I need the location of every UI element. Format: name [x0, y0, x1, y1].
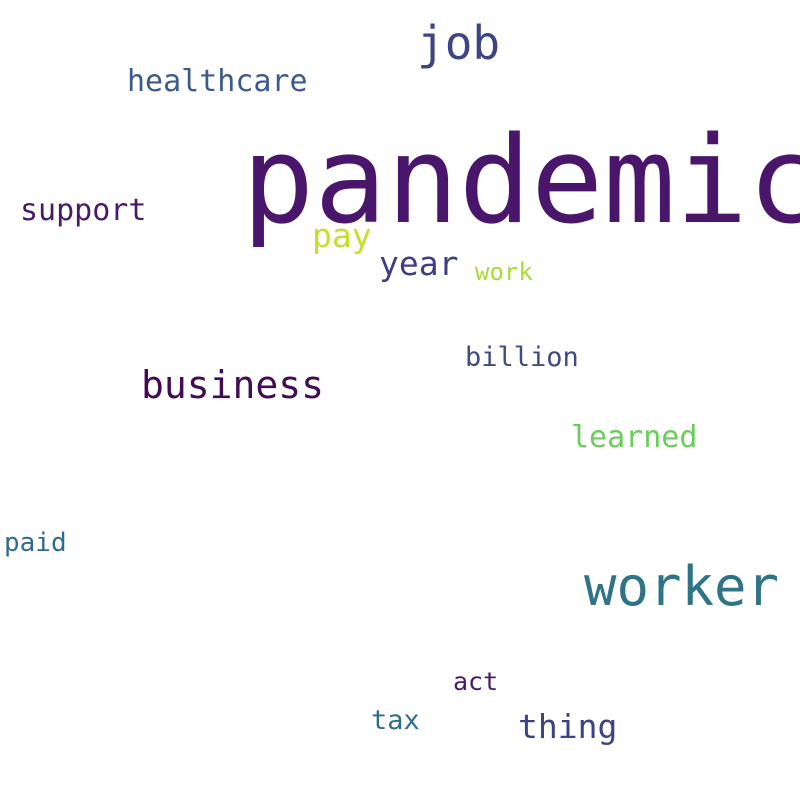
- word-healthcare: healthcare: [127, 64, 308, 99]
- word-support: support: [20, 193, 147, 228]
- word-pay: pay: [312, 216, 372, 255]
- word-year: year: [379, 244, 459, 283]
- word-learned: learned: [571, 420, 698, 455]
- word-cloud: pandemic worker job business healthcare …: [0, 0, 800, 800]
- word-business: business: [141, 363, 325, 407]
- word-thing: thing: [518, 707, 618, 746]
- word-paid: paid: [4, 528, 67, 558]
- word-billion: billion: [465, 342, 579, 373]
- word-tax: tax: [371, 705, 420, 736]
- word-job: job: [417, 16, 501, 70]
- word-work: work: [475, 258, 533, 286]
- word-act: act: [453, 667, 499, 696]
- word-worker: worker: [584, 555, 780, 618]
